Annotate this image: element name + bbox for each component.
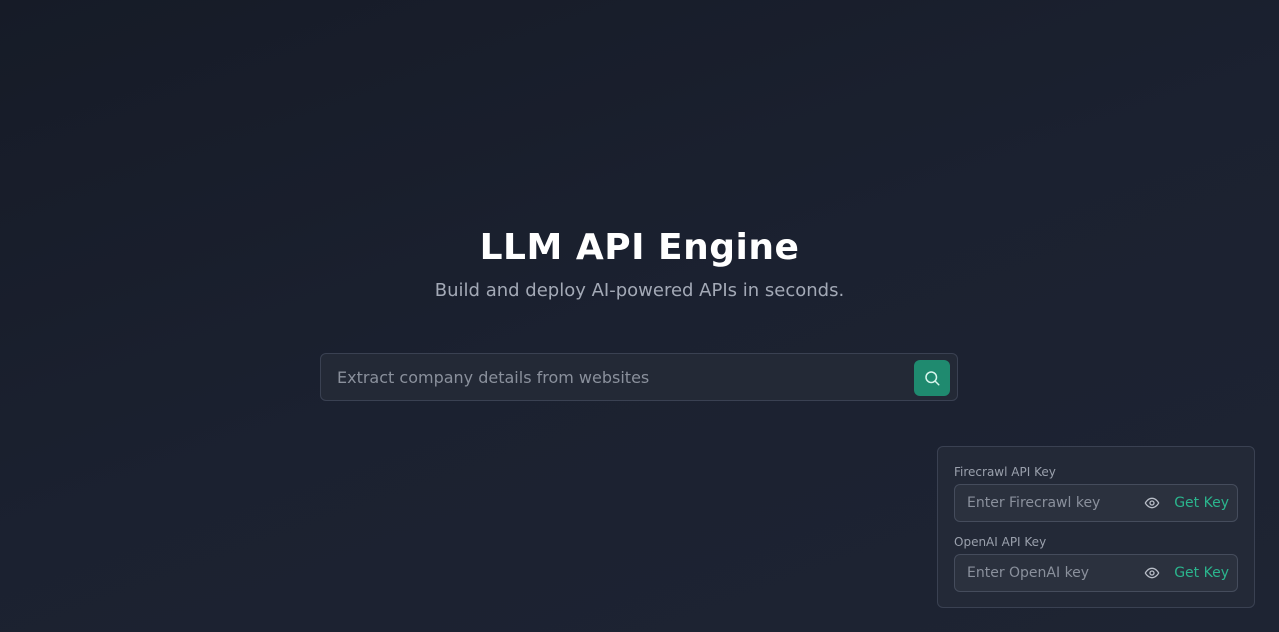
search-input[interactable] (321, 354, 911, 400)
page-subtitle: Build and deploy AI-powered APIs in seco… (434, 280, 845, 301)
firecrawl-show-key-button[interactable] (1143, 494, 1161, 512)
eye-icon (1144, 497, 1160, 509)
openai-get-key-link[interactable]: Get Key (1174, 555, 1229, 591)
search-bar (320, 353, 958, 401)
openai-show-key-button[interactable] (1143, 564, 1161, 582)
openai-key-label: OpenAI API Key (954, 535, 1047, 549)
openai-key-input[interactable] (955, 555, 1135, 591)
firecrawl-key-label: Firecrawl API Key (954, 465, 1056, 479)
eye-icon (1144, 567, 1160, 579)
firecrawl-key-input[interactable] (955, 485, 1135, 521)
search-button[interactable] (914, 360, 950, 396)
api-keys-panel: Firecrawl API Key Get Key OpenAI API Key… (937, 446, 1255, 608)
firecrawl-get-key-link[interactable]: Get Key (1174, 485, 1229, 521)
firecrawl-key-field: Get Key (954, 484, 1238, 522)
page-title: LLM API Engine (479, 227, 800, 268)
search-icon (925, 371, 940, 386)
openai-key-field: Get Key (954, 554, 1238, 592)
